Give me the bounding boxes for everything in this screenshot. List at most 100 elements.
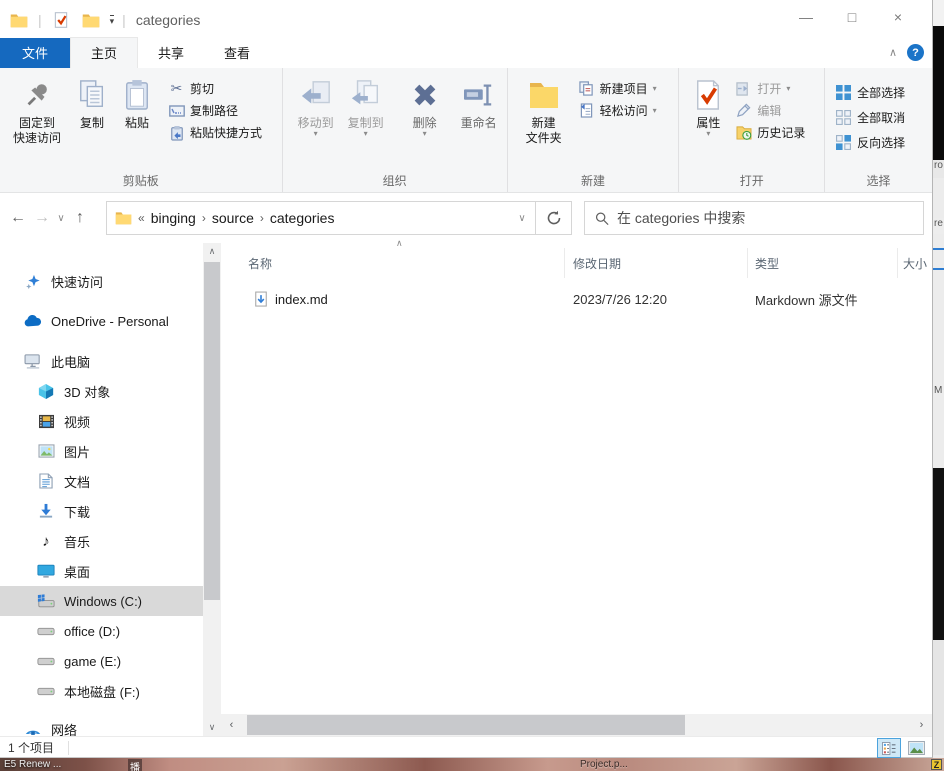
sidebar-item-local-disk-f[interactable]: 本地磁盘 (F:): [0, 676, 203, 706]
up-button[interactable]: ↑: [68, 209, 92, 227]
sidebar-item-quick-access[interactable]: 快速访问: [0, 266, 203, 296]
sidebar-item-videos[interactable]: 视频: [0, 406, 203, 436]
sidebar-item-pictures[interactable]: 图片: [0, 436, 203, 466]
copy-path-icon: [168, 102, 185, 119]
easy-access-button[interactable]: 轻松访问 ▾: [578, 102, 657, 119]
network-icon: [24, 720, 42, 736]
sidebar-item-game-e[interactable]: game (E:): [0, 646, 203, 676]
sidebar-item-downloads[interactable]: 下载: [0, 496, 203, 526]
open-button[interactable]: 打开 ▾: [735, 80, 805, 97]
group-label-select: 选择: [825, 172, 932, 189]
minimize-button[interactable]: —: [783, 0, 829, 34]
refresh-button[interactable]: [536, 201, 572, 235]
history-button[interactable]: 历史记录: [735, 124, 805, 141]
copy-button[interactable]: 复制: [70, 72, 114, 131]
item-count: 1 个项目: [8, 739, 54, 756]
paste-shortcut-button[interactable]: 粘贴快捷方式: [168, 124, 262, 141]
sidebar-item-3d-objects[interactable]: 3D 对象: [0, 376, 203, 406]
breadcrumb-overflow[interactable]: «: [138, 211, 145, 225]
desktop-icon-label: E5 Renew ...: [4, 759, 61, 770]
scroll-left-icon[interactable]: ‹: [223, 714, 240, 736]
qat-customize-dropdown-icon[interactable]: ▾: [110, 15, 115, 25]
dropdown-icon: ▾: [706, 131, 710, 137]
copy-path-button[interactable]: 复制路径: [168, 102, 262, 119]
address-bar[interactable]: « binging › source › categories ∨: [106, 201, 536, 235]
history-icon: [735, 124, 752, 141]
sidebar-item-onedrive[interactable]: OneDrive - Personal: [0, 306, 203, 336]
breadcrumb-item[interactable]: categories: [270, 210, 335, 226]
title-bar[interactable]: | ▾ | categories — □ ×: [0, 0, 932, 40]
dropdown-icon: ▾: [314, 131, 318, 137]
new-item-button[interactable]: 新建项目 ▾: [578, 80, 657, 97]
copy-to-button[interactable]: 复制到 ▾: [341, 72, 391, 137]
group-label-clipboard: 剪贴板: [0, 172, 282, 189]
cut-button[interactable]: ✂ 剪切: [168, 80, 262, 97]
easy-access-icon: [578, 102, 595, 119]
forward-button[interactable]: →: [30, 209, 54, 227]
delete-button[interactable]: 删除 ▾: [399, 72, 451, 137]
breadcrumb-item[interactable]: source: [212, 210, 254, 226]
scroll-up-icon[interactable]: ∧: [203, 243, 221, 260]
select-all-icon: [835, 84, 852, 101]
sidebar-item-documents[interactable]: 文档: [0, 466, 203, 496]
select-all-button[interactable]: 全部选择: [835, 84, 932, 101]
tab-view[interactable]: 查看: [204, 38, 270, 68]
sidebar-item-desktop[interactable]: 桌面: [0, 556, 203, 586]
collapse-ribbon-icon[interactable]: ∧: [889, 46, 897, 59]
chevron-right-icon[interactable]: ›: [202, 211, 206, 225]
explorer-window: | ▾ | categories — □ × 文件 主页 共享 查看: [0, 0, 933, 758]
horizontal-scrollbar[interactable]: ‹ ›: [221, 714, 932, 736]
sidebar-item-music[interactable]: ♪ 音乐: [0, 526, 203, 556]
scrollbar-thumb[interactable]: [204, 262, 220, 600]
column-header-type[interactable]: 类型: [748, 248, 898, 278]
sidebar-item-office-d[interactable]: office (D:): [0, 616, 203, 646]
chevron-right-icon[interactable]: ›: [260, 211, 264, 225]
paste-button[interactable]: 粘贴: [114, 72, 160, 131]
properties-button[interactable]: 属性 ▾: [687, 72, 729, 137]
recent-locations-icon[interactable]: ∨: [54, 213, 68, 224]
rename-button[interactable]: 重命名: [451, 72, 507, 131]
status-bar: 1 个项目: [0, 736, 932, 758]
dropdown-icon: ▾: [786, 86, 790, 92]
search-input[interactable]: [617, 210, 923, 226]
details-view-button[interactable]: [877, 738, 901, 758]
sidebar-item-this-pc[interactable]: 此电脑: [0, 346, 203, 376]
3d-objects-icon: [37, 382, 55, 400]
details-view-icon: [882, 742, 896, 755]
maximize-button[interactable]: □: [829, 0, 875, 34]
edit-button[interactable]: 编辑: [735, 102, 805, 119]
breadcrumb-item[interactable]: binging: [151, 210, 196, 226]
qat-properties-icon[interactable]: [50, 9, 72, 31]
qat-new-folder-icon[interactable]: [80, 9, 102, 31]
divider: [68, 741, 69, 755]
scrollbar-thumb[interactable]: [247, 715, 685, 735]
edit-icon: [735, 102, 752, 119]
invert-selection-button[interactable]: 反向选择: [835, 134, 932, 151]
tab-home[interactable]: 主页: [70, 37, 138, 68]
address-folder-icon: [115, 211, 132, 225]
sidebar-scrollbar[interactable]: ∧ ∨: [203, 243, 221, 736]
sidebar-item-windows-c[interactable]: Windows (C:): [0, 586, 203, 616]
documents-icon: [37, 472, 55, 490]
tab-file[interactable]: 文件: [0, 38, 70, 68]
background-text: ro: [933, 160, 944, 178]
move-to-button[interactable]: 移动到 ▾: [291, 72, 341, 137]
column-header-modified[interactable]: 修改日期: [565, 248, 748, 278]
pin-to-quick-access-button[interactable]: 固定到 快速访问: [4, 72, 70, 146]
help-icon[interactable]: ?: [907, 44, 924, 61]
back-button[interactable]: ←: [6, 209, 30, 227]
copy-icon: [77, 76, 107, 114]
column-header-name[interactable]: 名称: [221, 248, 565, 278]
thumbnail-view-button[interactable]: [904, 738, 928, 758]
select-none-button[interactable]: 全部取消: [835, 109, 932, 126]
address-dropdown-icon[interactable]: ∨: [509, 213, 535, 224]
scroll-down-icon[interactable]: ∨: [203, 719, 221, 736]
close-button[interactable]: ×: [875, 0, 921, 34]
file-row[interactable]: index.md 2023/7/26 12:20 Markdown 源文件: [221, 285, 932, 313]
scroll-right-icon[interactable]: ›: [913, 714, 930, 736]
search-box[interactable]: [584, 201, 924, 235]
column-header-size[interactable]: 大小: [898, 248, 932, 278]
sidebar-item-network[interactable]: 网络: [0, 714, 203, 736]
tab-share[interactable]: 共享: [138, 38, 204, 68]
new-folder-button[interactable]: 新建 文件夹: [518, 72, 570, 146]
